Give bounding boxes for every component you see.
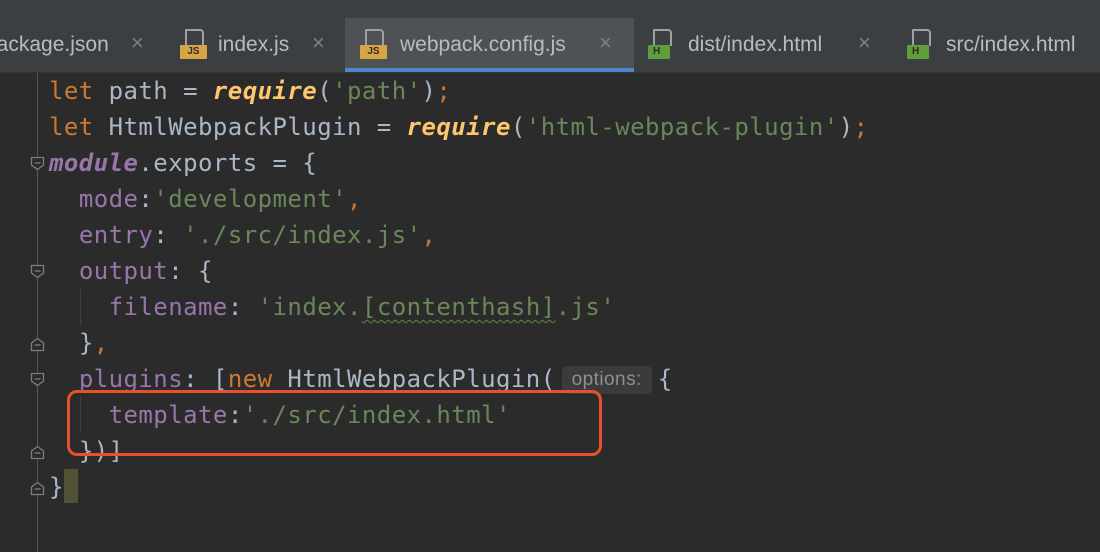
html-file-icon: H [907, 28, 939, 60]
tab-dist-index-html[interactable]: H dist/index.html × [638, 18, 890, 72]
code-line-2: let HtmlWebpackPlugin = require('html-we… [49, 113, 869, 141]
close-icon[interactable]: × [858, 30, 871, 56]
fold-collapse-icon[interactable] [30, 156, 45, 171]
spellcheck-squiggle: [contenthash] [361, 293, 556, 321]
editor-tab-bar: package.json × JS index.js × JS webpack.… [0, 0, 1100, 73]
code-line-4: mode:'development', [78, 185, 362, 213]
tab-label: dist/index.html [688, 33, 823, 56]
fold-end-icon[interactable] [30, 337, 45, 352]
js-file-icon: JS [180, 28, 212, 60]
fold-end-icon[interactable] [30, 481, 45, 496]
code-line-8: }, [78, 329, 109, 357]
code-line-6: output: { [78, 257, 213, 285]
js-file-icon: JS [360, 28, 392, 60]
tab-label: index.js [218, 33, 290, 56]
tab-index-js[interactable]: JS index.js × [168, 18, 338, 72]
close-icon[interactable]: × [312, 30, 325, 56]
tab-label: webpack.config.js [400, 33, 566, 56]
code-line-1: let path = require('path'); [49, 77, 452, 105]
fold-collapse-icon[interactable] [30, 372, 45, 387]
tab-src-index-html[interactable]: H src/index.html [895, 18, 1100, 72]
fold-collapse-icon[interactable] [30, 264, 45, 279]
tab-label: src/index.html [946, 33, 1076, 56]
code-editor[interactable]: let path = require('path'); let HtmlWebp… [0, 73, 1100, 552]
close-icon[interactable]: × [131, 30, 144, 56]
annotation-highlight-box [67, 390, 602, 456]
tab-package-json[interactable]: package.json × [0, 18, 157, 72]
html-file-icon: H [648, 28, 680, 60]
tab-webpack-config-js[interactable]: JS webpack.config.js × [345, 18, 634, 72]
code-line-3: module.exports = { [49, 149, 318, 177]
text-cursor [63, 469, 78, 503]
tab-label: package.json [0, 33, 109, 56]
close-icon[interactable]: × [599, 30, 612, 56]
code-line-5: entry: './src/index.js', [78, 221, 437, 249]
code-line-7: filename: 'index.[contenthash].js' [108, 293, 616, 321]
code-line-12: } [49, 469, 78, 505]
fold-end-icon[interactable] [30, 445, 45, 460]
